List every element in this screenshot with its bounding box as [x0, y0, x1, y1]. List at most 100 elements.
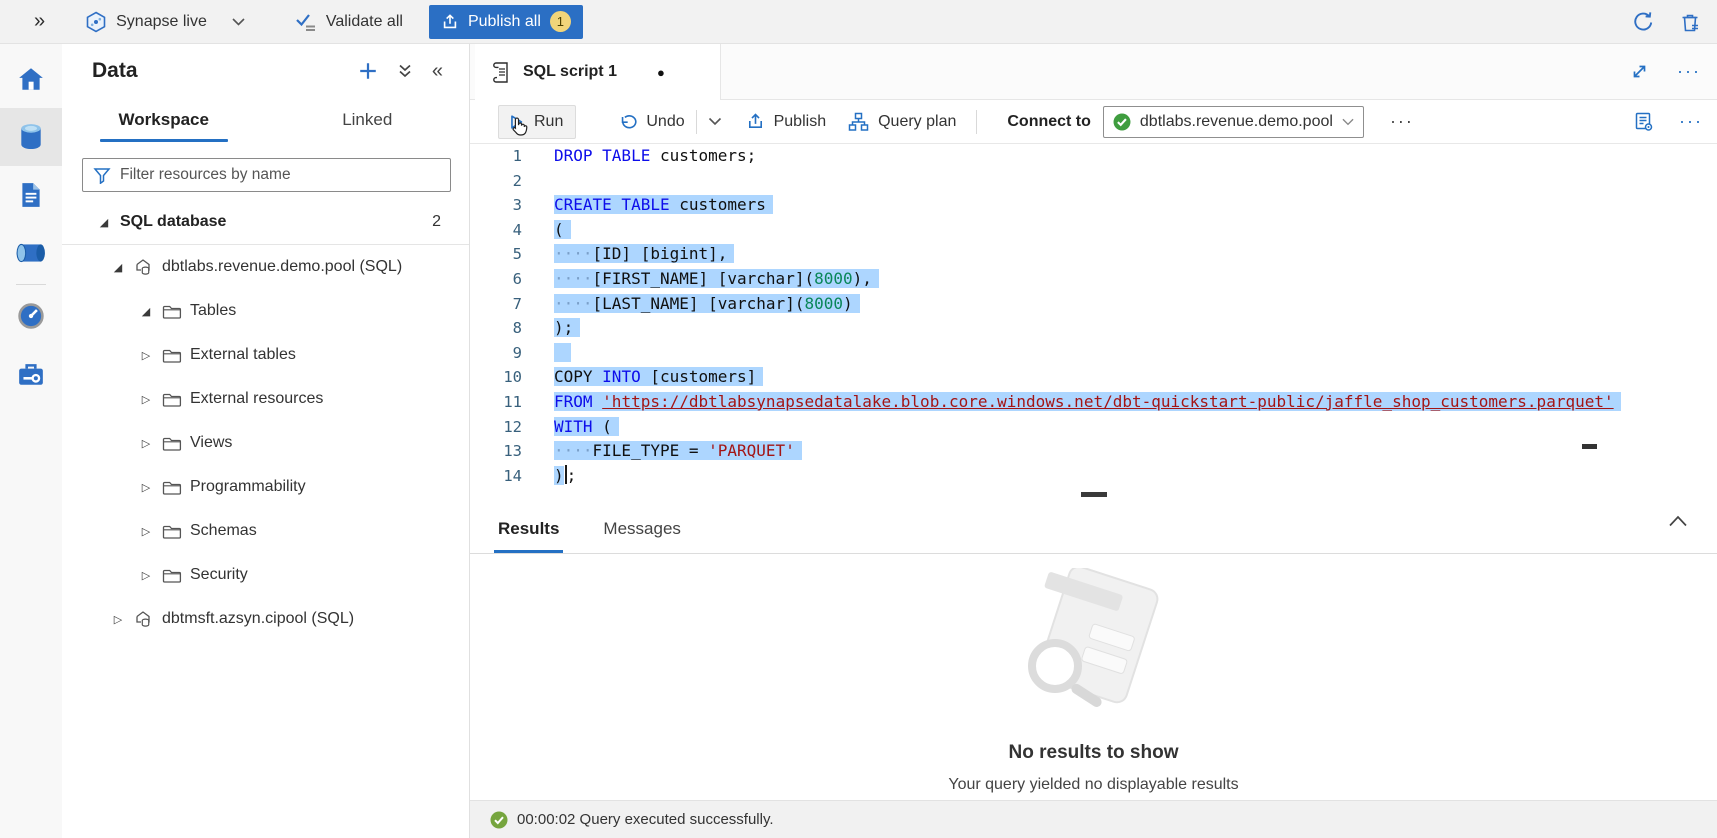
tree-item-dbtmsft-azsyn-cipool-sql[interactable]: ▷dbtmsft.azsyn.cipool (SQL) — [62, 597, 469, 641]
tree-item-label: dbtlabs.revenue.demo.pool (SQL) — [162, 258, 402, 276]
code-line-3[interactable]: 3CREATE TABLE customers — [470, 193, 1717, 218]
line-number: 3 — [470, 193, 522, 218]
folder-icon — [162, 391, 182, 407]
code-line-7[interactable]: 7····[LAST_NAME] [varchar](8000) — [470, 292, 1717, 317]
editor-tab-strip: SQL script 1 ● ··· — [470, 44, 1717, 100]
synapse-hexagon-icon — [85, 11, 107, 33]
code-line-10[interactable]: 10 COPY INTO [customers] — [470, 365, 1717, 390]
editor-more-actions-icon[interactable]: ··· — [1679, 111, 1703, 132]
line-number: 13 — [470, 439, 522, 464]
tab-workspace[interactable]: Workspace — [62, 98, 266, 148]
code-editor[interactable]: 1DROP TABLE customers;23CREATE TABLE cus… — [470, 144, 1717, 496]
code-line-13[interactable]: 13····FILE_TYPE = 'PARQUET' — [470, 439, 1717, 464]
line-text: FROM 'https://dbtlabsynapsedatalake.blob… — [554, 392, 1621, 411]
code-line-8[interactable]: 8); — [470, 316, 1717, 341]
collapse-panel-icon[interactable]: « — [432, 60, 443, 83]
refresh-icon[interactable] — [1631, 11, 1653, 33]
tree-collapsed-icon[interactable]: ▷ — [138, 525, 154, 538]
panel-title: Data — [92, 59, 138, 83]
nav-develop[interactable] — [0, 166, 62, 224]
empty-results-title: No results to show — [1009, 742, 1179, 764]
view-settings-icon[interactable] — [1633, 111, 1655, 133]
line-text: ); — [554, 318, 580, 337]
expand-editor-icon[interactable] — [1630, 62, 1649, 81]
tree-expanded-icon[interactable]: ◢ — [110, 261, 126, 274]
tree-collapsed-icon[interactable]: ▷ — [138, 437, 154, 450]
code-line-1[interactable]: 1DROP TABLE customers; — [470, 144, 1717, 169]
line-text: ····[LAST_NAME] [varchar](8000) — [554, 294, 860, 313]
expand-sidebar-icon[interactable]: » — [34, 10, 45, 33]
tree-expanded-icon[interactable]: ◢ — [96, 216, 112, 229]
query-plan-button[interactable]: Query plan — [848, 112, 956, 132]
tab-results[interactable]: Results — [498, 519, 559, 553]
home-icon — [17, 66, 45, 92]
nav-home[interactable] — [0, 50, 62, 108]
code-line-9[interactable]: 9 — [470, 341, 1717, 366]
tree-expanded-icon[interactable]: ◢ — [138, 305, 154, 318]
nav-monitor[interactable] — [0, 287, 62, 345]
add-resource-icon[interactable] — [358, 61, 378, 81]
editor-tab-title: SQL script 1 — [523, 63, 617, 81]
tab-more-actions-icon[interactable]: ··· — [1677, 61, 1701, 82]
nav-manage[interactable] — [0, 345, 62, 403]
code-line-2[interactable]: 2 — [470, 169, 1717, 194]
run-options-chevron-icon[interactable] — [708, 117, 722, 126]
tree-item-label: External resources — [190, 390, 323, 408]
code-line-6[interactable]: 6····[FIRST_NAME] [varchar](8000), — [470, 267, 1717, 292]
tree-item-label: Views — [190, 434, 232, 452]
selection-highlight: FROM 'https://dbtlabsynapsedatalake.blob… — [554, 392, 1621, 411]
line-text: ( — [554, 220, 571, 239]
undo-button[interactable]: Undo — [618, 113, 684, 131]
code-line-5[interactable]: 5····[ID] [bigint], — [470, 242, 1717, 267]
tree-collapsed-icon[interactable]: ▷ — [138, 349, 154, 362]
line-number: 12 — [470, 415, 522, 440]
code-line-11[interactable]: 11FROM 'https://dbtlabsynapsedatalake.bl… — [470, 390, 1717, 415]
run-button[interactable]: Run — [498, 105, 576, 139]
tree-item-programmability[interactable]: ▷Programmability — [62, 465, 469, 509]
tree-item-security[interactable]: ▷Security — [62, 553, 469, 597]
validate-all-button[interactable]: Validate all — [295, 12, 403, 32]
tree-item-external-tables[interactable]: ▷External tables — [62, 333, 469, 377]
nav-data[interactable] — [0, 108, 62, 166]
discard-trash-icon[interactable] — [1679, 11, 1701, 33]
line-text: COPY INTO [customers] — [554, 367, 763, 386]
tree-item-external-resources[interactable]: ▷ External resources — [62, 377, 469, 421]
pool-selector-dropdown[interactable]: dbtlabs.revenue.demo.pool — [1103, 106, 1364, 138]
publish-all-button[interactable]: Publish all 1 — [429, 5, 583, 39]
line-text — [554, 343, 571, 362]
validate-check-icon — [295, 12, 317, 32]
code-line-14[interactable]: 14); — [470, 464, 1717, 489]
tree-item-views[interactable]: ▷ Views — [62, 421, 469, 465]
selection-highlight: ( — [554, 220, 571, 239]
tree-collapsed-icon[interactable]: ▷ — [110, 613, 126, 626]
filter-input[interactable] — [120, 166, 440, 184]
status-message: 00:00:02 Query executed successfully. — [517, 811, 774, 828]
tree-item-schemas[interactable]: ▷Schemas — [62, 509, 469, 553]
publish-all-label: Publish all — [468, 13, 541, 31]
connected-check-icon — [1113, 113, 1131, 131]
tree-item-dbtlabs-revenue-demo-pool-sql[interactable]: ◢ dbtlabs.revenue.demo.pool (SQL) — [62, 245, 469, 289]
tree-item-tables[interactable]: ◢Tables — [62, 289, 469, 333]
toolbar-more-icon[interactable]: ··· — [1390, 111, 1414, 132]
tree-collapsed-icon[interactable]: ▷ — [138, 393, 154, 406]
tab-messages[interactable]: Messages — [603, 519, 680, 553]
filter-box[interactable] — [82, 158, 451, 192]
code-line-4[interactable]: 4( — [470, 218, 1717, 243]
nav-integrate[interactable] — [0, 224, 62, 282]
tree-item-sql-database[interactable]: ◢ SQL database 2 — [62, 200, 469, 244]
publish-button[interactable]: Publish — [746, 112, 826, 131]
code-line-12[interactable]: 12WITH ( — [470, 415, 1717, 440]
tree-item-count: 2 — [432, 213, 441, 231]
tab-sql-script-1[interactable]: SQL script 1 ● — [475, 44, 721, 100]
mode-selector[interactable]: Synapse live — [85, 11, 245, 33]
tree-collapsed-icon[interactable]: ▷ — [138, 569, 154, 582]
no-results-illustration — [989, 568, 1199, 724]
tree-item-label: SQL database — [120, 213, 226, 231]
line-number: 10 — [470, 365, 522, 390]
splitter-drag-handle[interactable] — [1081, 492, 1107, 497]
gauge-icon — [17, 302, 45, 330]
tree-collapsed-icon[interactable]: ▷ — [138, 481, 154, 494]
collapse-results-chevron-icon[interactable] — [1667, 514, 1689, 528]
tab-linked[interactable]: Linked — [266, 98, 470, 148]
actions-double-chevron-icon[interactable] — [396, 62, 414, 80]
